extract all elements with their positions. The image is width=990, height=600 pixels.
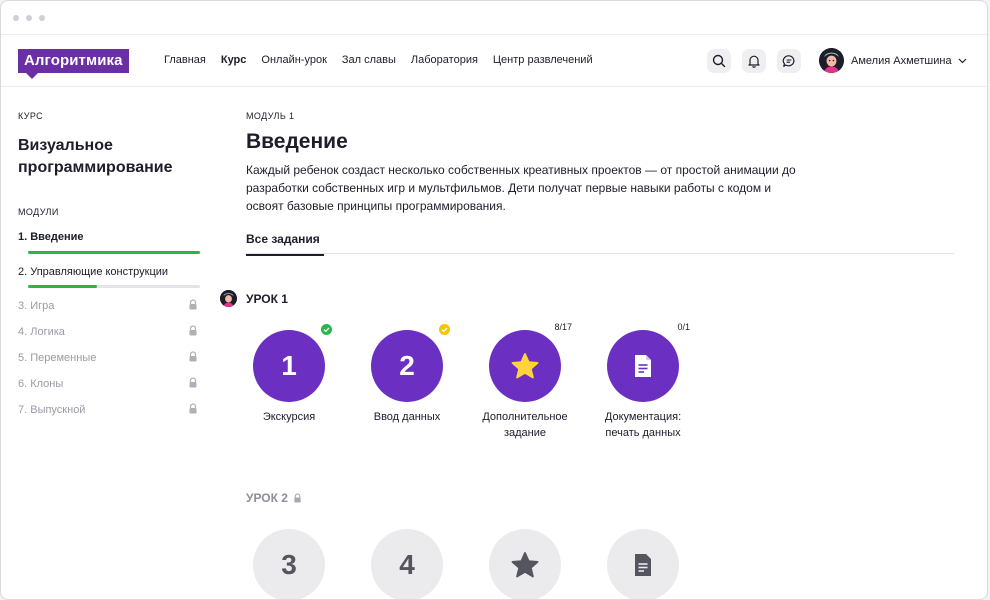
module-item-7[interactable]: 7. Выпускной [18,403,203,429]
module-label: 5. Переменные [18,352,97,364]
module-number: МОДУЛЬ 1 [246,111,295,121]
window-titlebar [1,1,987,35]
task-circle [489,330,561,402]
document-icon [635,355,651,377]
nav-item-online-lesson[interactable]: Онлайн-урок [261,53,326,67]
module-label: 6. Клоны [18,378,64,390]
course-title: Визуальное программирование [18,137,173,176]
task-locked-extra [470,529,580,599]
module-list: 1. Введение 2. Управляющие конструкции 3… [18,230,203,429]
module-description: Каждый ребенок создаст несколько собстве… [246,163,796,213]
document-icon [635,554,651,576]
lesson-title: УРОК 1 [246,291,288,306]
module-item-5[interactable]: 5. Переменные [18,351,203,377]
module-label: 4. Логика [18,326,65,338]
task-count: 0/1 [677,322,690,332]
task-label: Дополнительное задание [482,411,568,439]
main-nav: Главная Курс Онлайн-урок Зал славы Лабор… [164,53,608,67]
task-locked-doc [588,529,698,599]
chat-icon [782,55,795,67]
task-circle: 2 [371,330,443,402]
nav-item-hall-of-fame[interactable]: Зал славы [342,53,396,67]
task-circle [607,529,679,599]
tab-bar: Все задания [246,230,954,256]
module-item-6[interactable]: 6. Клоны [18,377,203,403]
module-item-3[interactable]: 3. Игра [18,299,203,325]
browser-window: Алгоритмика Главная Курс Онлайн-урок Зал… [0,0,988,600]
module-label: 2. Управляющие конструкции [18,266,169,278]
top-header: Алгоритмика Главная Курс Онлайн-урок Зал… [1,36,987,87]
messages-button[interactable] [777,49,801,73]
course-sidebar: КУРС Визуальное программирование МОДУЛИ … [18,111,203,429]
module-item-2[interactable]: 2. Управляющие конструкции [18,265,203,299]
module-label: 3. Игра [18,300,55,312]
window-dot [13,14,19,21]
nav-item-home[interactable]: Главная [164,53,206,67]
module-progress [28,251,200,254]
lesson-title: УРОК 2 [246,491,288,505]
window-dot [39,14,45,21]
task-circle [489,529,561,599]
task-count: 8/17 [554,322,572,332]
module-progress [28,285,200,288]
user-name: Амелия Ахметшина [851,54,952,67]
progress-fill [28,251,200,254]
search-button[interactable] [707,49,731,73]
task-data-input[interactable]: 2 Ввод данных [352,324,462,425]
task-label: Документация: печать данных [604,411,682,439]
module-label: 1. Введение [18,231,84,243]
module-item-4[interactable]: 4. Логика [18,325,203,351]
lock-icon [189,351,197,362]
lesson-1-header: УРОК 1 [220,290,288,307]
progress-fill [28,285,97,288]
star-icon [511,352,539,378]
notifications-button[interactable] [742,49,766,73]
main-content: МОДУЛЬ 1 Введение Каждый ребенок создаст… [246,111,954,256]
task-documentation[interactable]: 0/1 Документация: печать данных [588,322,698,441]
check-partial-icon [439,324,450,335]
task-excursion[interactable]: 1 Экскурсия [234,324,344,425]
window-dot [26,14,32,21]
task-circle: 3 [253,529,325,599]
task-label: Ввод данных [373,411,441,423]
bell-icon [748,55,760,68]
module-label: 7. Выпускной [18,404,86,416]
task-locked-3: 3 [234,529,344,599]
task-locked-4: 4 [352,529,462,599]
avatar [220,290,237,307]
lock-icon [189,325,197,336]
star-icon [511,551,539,577]
task-circle: 4 [371,529,443,599]
tab-all-tasks[interactable]: Все задания [246,232,324,256]
lesson-2-header: УРОК 2 [246,491,302,505]
lock-icon [189,377,197,388]
nav-item-course[interactable]: Курс [221,53,247,67]
task-circle [607,330,679,402]
lock-icon [189,403,197,414]
task-label: Экскурсия [262,411,316,423]
logo[interactable]: Алгоритмика [18,49,129,79]
search-icon [712,54,726,68]
task-circle: 1 [253,330,325,402]
page-title: Введение [246,130,348,153]
task-extra[interactable]: 8/17 Дополнительное задание [470,322,580,441]
check-done-icon [321,324,332,335]
user-menu[interactable]: Амелия Ахметшина [819,48,967,73]
nav-item-laboratory[interactable]: Лаборатория [411,53,478,67]
lock-icon [294,493,301,503]
nav-item-entertainment[interactable]: Центр развлечений [493,53,593,67]
modules-label: МОДУЛИ [18,207,59,217]
lock-icon [189,299,197,310]
avatar [819,48,844,73]
course-label: КУРС [18,111,44,121]
chevron-down-icon [958,58,967,63]
module-item-1[interactable]: 1. Введение [18,230,203,265]
